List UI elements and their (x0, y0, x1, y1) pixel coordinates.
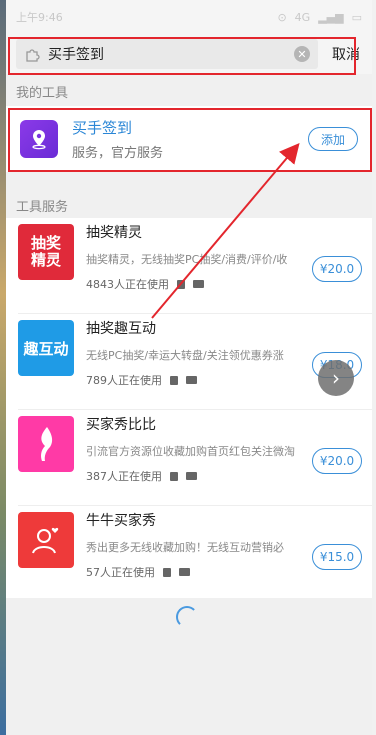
price-button[interactable]: ¥20.0 (312, 256, 362, 282)
tool-description: 抽奖精灵，无线抽奖PC抽奖/消费/评价/收 (86, 253, 288, 266)
buyer-show-icon (18, 416, 74, 472)
tool-users: 57人正在使用 (86, 566, 155, 579)
list-item[interactable]: 抽奖精灵 抽奖精灵 抽奖精灵，无线抽奖PC抽奖/消费/评价/收 4843人正在使… (6, 218, 372, 313)
tool-users: 789人正在使用 (86, 374, 162, 387)
signal-icon: ▂▄▆ (318, 10, 344, 24)
mobile-icon (170, 471, 178, 481)
status-bar: 上午9:46 ⊙ 4G ▂▄▆ ▭ (6, 0, 372, 34)
tool-name: 牛牛买家秀 (86, 513, 156, 529)
tool-service-list: 抽奖精灵 抽奖精灵 抽奖精灵，无线抽奖PC抽奖/消费/评价/收 4843人正在使… (6, 218, 372, 598)
icon-text: 趣互动 (23, 339, 69, 358)
alarm-icon: ⊙ (277, 10, 287, 24)
pc-icon (193, 280, 204, 288)
network-label: 4G (294, 10, 311, 24)
price-button[interactable]: ¥20.0 (312, 448, 362, 474)
battery-icon: ▭ (351, 10, 362, 24)
mobile-icon (170, 375, 178, 385)
tool-description: 无线PC抽奖/幸运大转盘/关注领优惠券涨 (86, 349, 284, 362)
item-highlight-box (8, 108, 372, 172)
pc-icon (186, 472, 197, 480)
tool-services-heading: 工具服务 (16, 200, 69, 215)
tool-name: 抽奖趣互动 (86, 321, 156, 337)
tool-users: 387人正在使用 (86, 470, 162, 483)
pc-icon (179, 568, 190, 576)
interactive-fun-icon: 趣互动 (18, 320, 74, 376)
tool-name: 买家秀比比 (86, 417, 156, 433)
pc-icon (186, 376, 197, 384)
chevron-right-icon[interactable]: › (318, 360, 354, 396)
list-item[interactable]: 趣互动 抽奖趣互动 无线PC抽奖/幸运大转盘/关注领优惠券涨 789人正在使用 … (6, 314, 372, 409)
icon-text: 抽奖精灵 (30, 234, 61, 269)
user-heart-icon (18, 512, 74, 568)
mobile-icon (177, 279, 185, 289)
status-time: 上午9:46 (16, 11, 63, 24)
loading-spinner-icon (176, 606, 198, 628)
mobile-icon (163, 567, 171, 577)
tool-users: 4843人正在使用 (86, 278, 169, 291)
tool-description: 秀出更多无线收藏加购！无线互动营销必 (86, 541, 284, 554)
lottery-spirit-icon: 抽奖精灵 (18, 224, 74, 280)
list-item[interactable]: 买家秀比比 引流官方资源位收藏加购首页红包关注微淘 387人正在使用 ¥20.0 (6, 410, 372, 505)
list-item[interactable]: 牛牛买家秀 秀出更多无线收藏加购！无线互动营销必 57人正在使用 ¥15.0 (6, 506, 372, 601)
background-strip-right (372, 0, 376, 735)
my-tools-heading: 我的工具 (16, 86, 69, 101)
price-button[interactable]: ¥15.0 (312, 544, 362, 570)
search-highlight-box (8, 37, 356, 75)
tool-name: 抽奖精灵 (86, 225, 142, 241)
tool-description: 引流官方资源位收藏加购首页红包关注微淘 (86, 445, 295, 458)
